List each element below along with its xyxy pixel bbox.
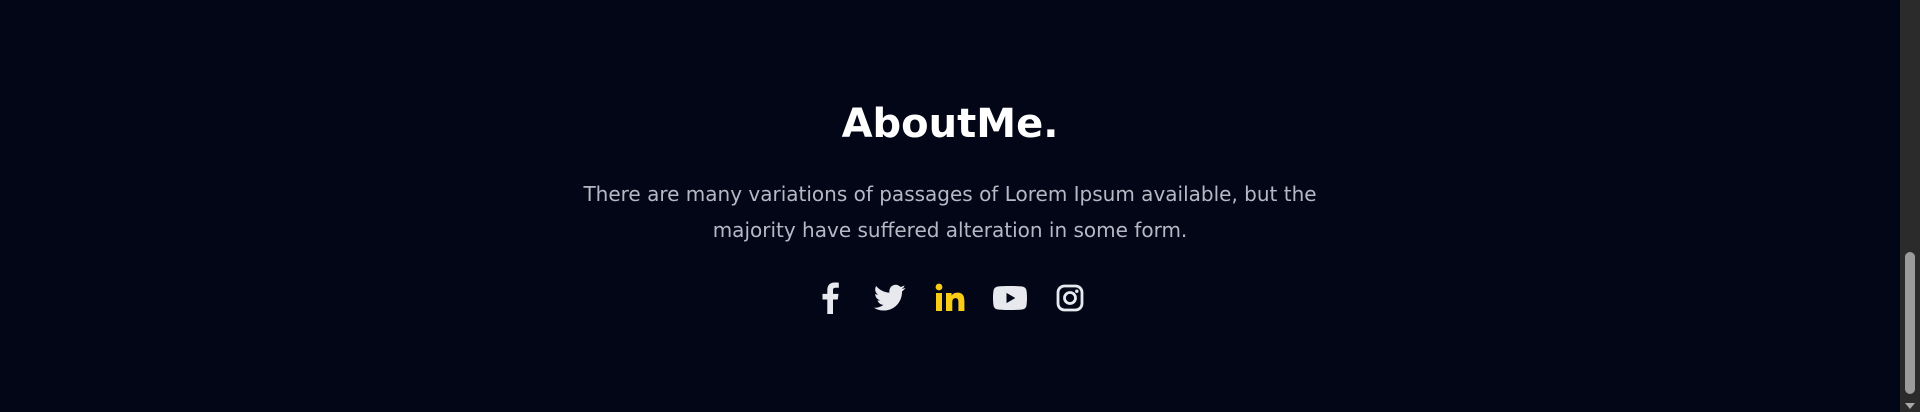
twitter-link[interactable]: [872, 280, 908, 316]
social-links: [0, 280, 1900, 320]
instagram-icon: [1056, 284, 1084, 312]
about-content: AboutMe. There are many variations of pa…: [0, 0, 1900, 412]
scroll-down-arrow-icon[interactable]: [1905, 403, 1915, 409]
vertical-scrollbar[interactable]: [1900, 0, 1920, 412]
linkedin-link[interactable]: [932, 280, 968, 316]
about-title: AboutMe.: [841, 101, 1059, 147]
facebook-link[interactable]: [812, 280, 848, 316]
youtube-icon: [993, 286, 1027, 310]
about-description: There are many variations of passages of…: [583, 182, 1317, 242]
about-section: AboutMe. There are many variations of pa…: [0, 0, 1920, 412]
linkedin-icon: [935, 283, 965, 311]
twitter-icon: [874, 284, 906, 311]
instagram-link[interactable]: [1052, 280, 1088, 316]
scrollbar-thumb[interactable]: [1905, 252, 1915, 394]
youtube-link[interactable]: [992, 280, 1028, 316]
facebook-icon: [822, 282, 839, 314]
